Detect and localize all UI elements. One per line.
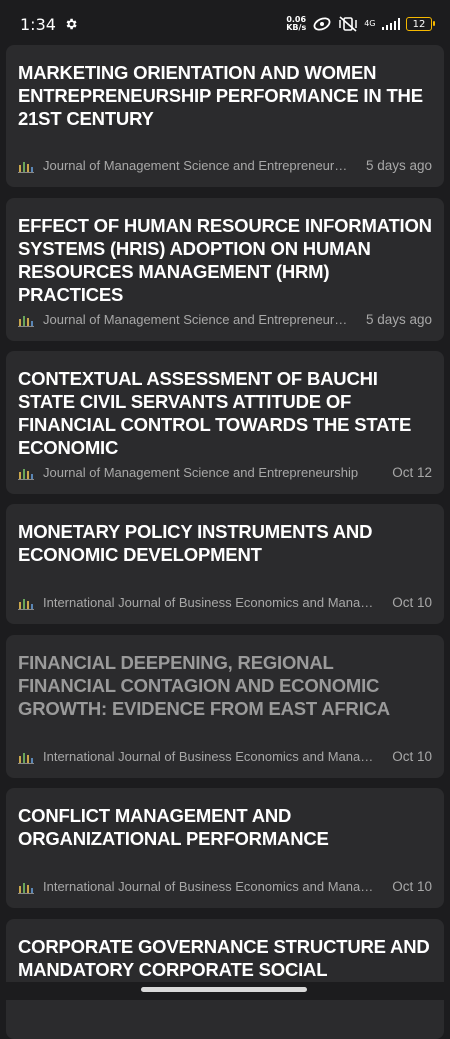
article-card[interactable]: MARKETING ORIENTATION AND WOMEN ENTREPRE…: [6, 45, 444, 187]
article-meta: International Journal of Business Econom…: [18, 879, 432, 894]
home-gesture-bar[interactable]: [141, 987, 307, 992]
article-card[interactable]: CONTEXTUAL ASSESSMENT OF BAUCHI STATE CI…: [6, 351, 444, 494]
journal-name: Journal of Management Science and Entrep…: [43, 465, 359, 480]
journal-name: International Journal of Business Econom…: [43, 879, 388, 894]
article-date: Oct 10: [392, 595, 432, 610]
article-card[interactable]: MONETARY POLICY INSTRUMENTS AND ECONOMIC…: [6, 504, 444, 624]
vibrate-off-icon: [339, 16, 357, 32]
article-meta: International Journal of Business Econom…: [18, 595, 432, 610]
article-date: Oct 10: [392, 879, 432, 894]
article-card[interactable]: EFFECT OF HUMAN RESOURCE INFORMATION SYS…: [6, 198, 444, 341]
article-title: MARKETING ORIENTATION AND WOMEN ENTREPRE…: [18, 62, 423, 129]
article-meta: International Journal of Business Econom…: [18, 749, 432, 764]
article-title: CORPORATE GOVERNANCE STRUCTURE AND MANDA…: [18, 936, 430, 980]
hotspot-link-icon: [313, 17, 331, 31]
journal-logo-icon: [18, 752, 34, 764]
article-meta: Journal of Management Science and Entrep…: [18, 158, 432, 173]
article-title: MONETARY POLICY INSTRUMENTS AND ECONOMIC…: [18, 521, 373, 565]
status-bar: 1:34 0.06 KB/s 4G 12: [0, 0, 450, 48]
journal-logo-icon: [18, 598, 34, 610]
battery-level: 12: [412, 18, 426, 30]
article-date: Oct 12: [392, 465, 432, 480]
journal-name: Journal of Management Science and Entrep…: [43, 312, 359, 327]
article-title: CONFLICT MANAGEMENT AND ORGANIZATIONAL P…: [18, 805, 329, 849]
article-card[interactable]: CORPORATE GOVERNANCE STRUCTURE AND MANDA…: [6, 919, 444, 1039]
article-date: Oct 10: [392, 749, 432, 764]
article-title: FINANCIAL DEEPENING, REGIONAL FINANCIAL …: [18, 652, 390, 719]
settings-gear-icon: [66, 18, 77, 30]
journal-logo-icon: [18, 468, 34, 480]
network-speed-unit: KB/s: [286, 23, 307, 32]
journal-name: International Journal of Business Econom…: [43, 595, 388, 610]
article-card[interactable]: CONFLICT MANAGEMENT AND ORGANIZATIONAL P…: [6, 788, 444, 908]
article-date: 5 days ago: [365, 158, 432, 173]
article-card[interactable]: FINANCIAL DEEPENING, REGIONAL FINANCIAL …: [6, 635, 444, 778]
article-title: CONTEXTUAL ASSESSMENT OF BAUCHI STATE CI…: [18, 368, 412, 458]
journal-logo-icon: [18, 161, 34, 173]
article-date: 5 days ago: [365, 312, 432, 327]
network-speed: 0.06 KB/s: [286, 16, 306, 32]
journal-name: Journal of Management Science and Entrep…: [43, 158, 359, 173]
signal-strength-icon: [381, 18, 400, 30]
network-type: 4G: [364, 19, 376, 28]
article-meta: Journal of Management Science and Entrep…: [18, 312, 432, 327]
article-title: EFFECT OF HUMAN RESOURCE INFORMATION SYS…: [18, 215, 432, 305]
clock: 1:34: [20, 14, 56, 34]
battery-icon: 12: [406, 17, 435, 31]
article-meta: Journal of Management Science and Entrep…: [18, 465, 432, 480]
journal-logo-icon: [18, 315, 34, 327]
journal-name: International Journal of Business Econom…: [43, 749, 388, 764]
journal-logo-icon: [18, 882, 34, 894]
